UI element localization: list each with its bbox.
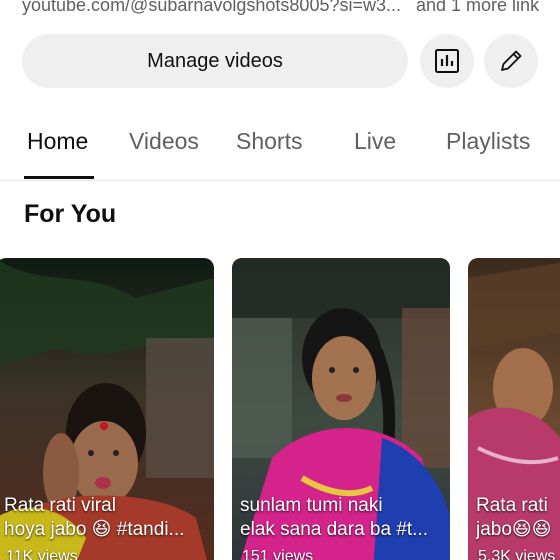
channel-link-url[interactable]: youtube.com/@subarnavolgshots8005?si=w3.… (22, 0, 410, 16)
tab-live[interactable]: Live (354, 128, 396, 155)
analytics-button[interactable] (420, 34, 474, 88)
tab-home[interactable]: Home (27, 128, 88, 155)
video-views: 151 views (242, 548, 314, 560)
tab-videos[interactable]: Videos (129, 128, 199, 155)
channel-tabs: Home Videos Shorts Live Playlists (0, 118, 560, 181)
video-title-line: jabo😆😆 (476, 519, 552, 540)
pencil-icon (501, 50, 522, 71)
video-title[interactable]: sunlam tumi naki elak sana dara ba #t... (240, 494, 444, 542)
more-links[interactable]: and 1 more link (416, 0, 539, 16)
tab-shorts[interactable]: Shorts (236, 128, 302, 155)
channel-link-row[interactable]: youtube.com/@subarnavolgshots8005?si=w3.… (22, 0, 560, 16)
video-title-line: Rata rati (476, 495, 548, 516)
channel-page: youtube.com/@subarnavolgshots8005?si=w3.… (0, 0, 560, 560)
tab-playlists[interactable]: Playlists (446, 128, 530, 155)
video-card[interactable]: Rata rati viral hoya jabo 😆 #tandi... 11… (0, 258, 214, 560)
video-title[interactable]: Rata rati jabo😆😆 (476, 494, 560, 542)
video-views: 5.3K views (478, 548, 556, 560)
video-title-line: elak sana dara ba #t... (240, 519, 429, 540)
video-title-line: Rata rati viral (4, 495, 116, 516)
video-views: 11K views (6, 548, 78, 560)
video-title[interactable]: Rata rati viral hoya jabo 😆 #tandi... (4, 494, 208, 542)
video-title-line: sunlam tumi naki (240, 495, 383, 516)
video-card[interactable]: Rata rati jabo😆😆 5.3K views (468, 258, 560, 560)
active-tab-indicator (24, 176, 94, 179)
bar-chart-icon (435, 49, 459, 73)
edit-channel-button[interactable] (484, 34, 538, 88)
video-card[interactable]: sunlam tumi naki elak sana dara ba #t...… (232, 258, 450, 560)
section-title: For You (24, 200, 117, 228)
manage-videos-button[interactable]: Manage videos (22, 34, 408, 88)
video-title-line: hoya jabo 😆 #tandi... (4, 519, 185, 540)
channel-actions: Manage videos (22, 34, 560, 88)
